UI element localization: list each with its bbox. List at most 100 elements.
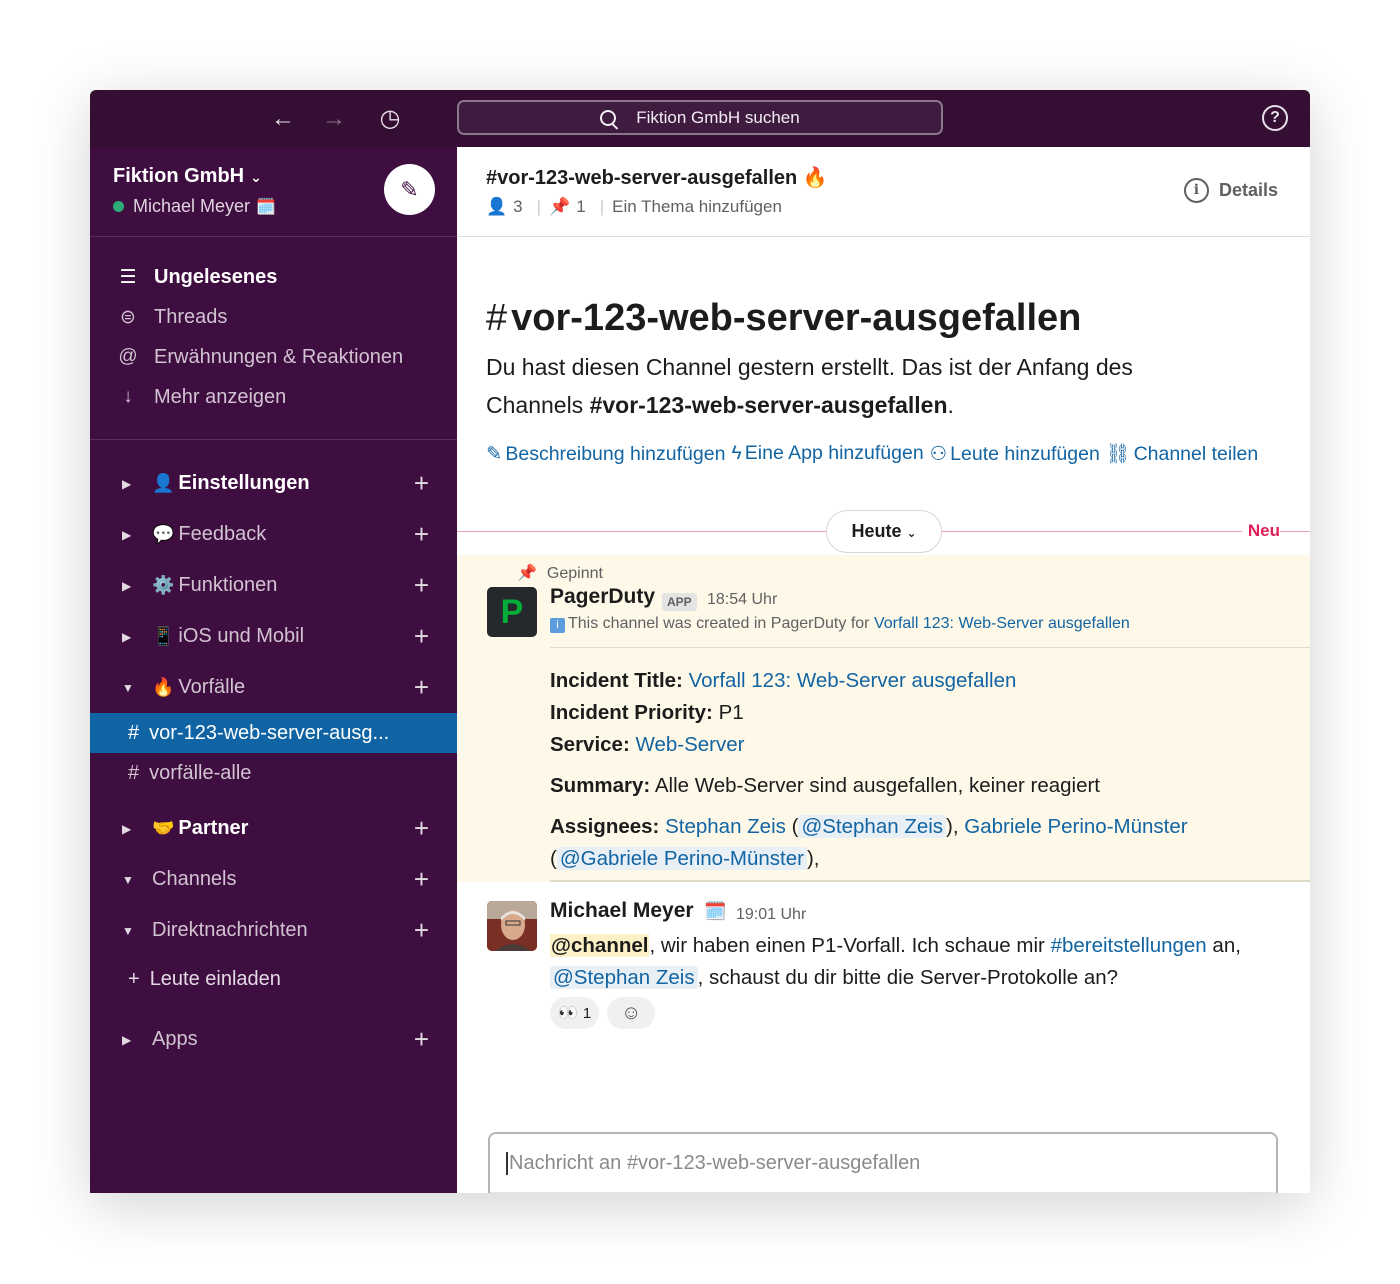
calendar-status-icon: 🗓️ <box>704 901 727 921</box>
sidebar-item-show-more[interactable]: ↓ Mehr anzeigen <box>90 377 457 417</box>
workspace-header: Fiktion GmbH ⌄ Michael Meyer 🗓️ ✎ <box>90 147 457 237</box>
sidebar-item-label: Erwähnungen & Reaktionen <box>154 345 404 368</box>
sidebar-item-threads[interactable]: ⊜ Threads <box>90 297 457 337</box>
add-icon[interactable]: + <box>414 519 429 550</box>
message-author[interactable]: PagerDuty <box>550 585 655 609</box>
workspace-menu[interactable]: Fiktion GmbH ⌄ <box>113 165 262 188</box>
sidebar-item-label: Ungelesenes <box>154 265 278 288</box>
section-vorfaelle[interactable]: ▼ 🔥 Vorfälle + <box>90 662 457 713</box>
assignee-link[interactable]: Stephan Zeis <box>665 815 786 838</box>
section-emoji: 🤝 <box>152 818 175 838</box>
add-icon[interactable]: + <box>414 915 429 946</box>
pagerduty-avatar[interactable]: P <box>487 587 537 637</box>
field-label: Service: <box>550 733 630 756</box>
message-body: @channel, wir haben einen P1-Vorfall. Ic… <box>550 930 1280 994</box>
field-label: Incident Priority: <box>550 701 713 724</box>
divider <box>550 880 1310 882</box>
message-timestamp[interactable]: 18:54 Uhr <box>707 591 777 609</box>
section-funktionen[interactable]: ▶ ⚙️ Funktionen + <box>90 560 457 611</box>
section-emoji: 📱 <box>152 626 175 646</box>
message-composer[interactable]: Nachricht an #vor-123-web-server-ausgefa… <box>488 1132 1278 1193</box>
section-emoji: 👤 <box>152 473 175 493</box>
pin-count[interactable]: 1 <box>576 197 585 217</box>
sidebar-item-unread[interactable]: ☰ Ungelesenes <box>90 257 457 297</box>
message-input[interactable]: Nachricht an #vor-123-web-server-ausgefa… <box>506 1152 920 1175</box>
add-people-link[interactable]: ⚇ Leute hinzufügen <box>930 442 1100 466</box>
details-button[interactable]: i Details <box>1183 178 1278 203</box>
member-count[interactable]: 3 <box>513 197 522 217</box>
add-icon[interactable]: + <box>414 864 429 895</box>
section-einstellungen[interactable]: ▶ 👤 Einstellungen + <box>90 458 457 509</box>
add-icon[interactable]: + <box>414 813 429 844</box>
incident-link[interactable]: Vorfall 123: Web-Server ausgefallen <box>874 615 1130 632</box>
section-label: Partner <box>178 817 249 839</box>
channel-link[interactable]: #bereitstellungen <box>1051 934 1207 957</box>
unread-list-icon: ☰ <box>119 266 137 288</box>
channel-vorfaelle-alle[interactable]: # vorfälle-alle <box>90 753 457 793</box>
service-link[interactable]: Web-Server <box>635 733 744 756</box>
user-mention[interactable]: @Gabriele Perino-Münster <box>556 847 807 870</box>
help-icon[interactable]: ? <box>1262 105 1288 131</box>
at-sign-icon: @ <box>118 346 138 367</box>
invite-people-button[interactable]: + Leute einladen <box>90 956 457 1002</box>
channel-vor-123-web-server-ausgefallen[interactable]: # vor-123-web-server-ausg... <box>90 713 457 753</box>
intro-title-text: vor-123-web-server-ausgefallen <box>511 297 1082 339</box>
compose-button[interactable]: ✎ <box>384 164 435 215</box>
sidebar-item-mentions[interactable]: @ Erwähnungen & Reaktionen <box>90 337 457 377</box>
pinned-message[interactable]: 📌 Gepinnt P PagerDuty APP 18:54 Uhr i This… <box>457 555 1310 882</box>
invite-label: Leute einladen <box>149 967 281 990</box>
app-badge: APP <box>662 593 697 611</box>
assignee-link[interactable]: Gabriele Perino-Münster <box>964 815 1187 838</box>
section-ios[interactable]: ▶ 📱 iOS und Mobil + <box>90 611 457 662</box>
date-jump-button[interactable]: Heute ⌄ <box>826 510 942 553</box>
message-text: , schaust du dir bitte die Server-Protok… <box>697 966 1119 989</box>
members-icon[interactable]: 👤 <box>486 197 507 217</box>
add-topic-link[interactable]: Ein Thema hinzufügen <box>612 197 782 217</box>
incident-title-link[interactable]: Vorfall 123: Web-Server ausgefallen <box>689 669 1017 692</box>
add-reaction-icon[interactable]: ☺ <box>607 997 656 1029</box>
user-mention[interactable]: @Stephan Zeis <box>798 815 947 838</box>
channel-label: vorfälle-alle <box>149 761 252 784</box>
add-app-link[interactable]: ϟ Eine App hinzufügen <box>731 442 923 466</box>
avatar[interactable] <box>487 901 537 951</box>
search-placeholder: Fiktion GmbH suchen <box>636 107 800 127</box>
section-label: Apps <box>152 1028 198 1050</box>
back-arrow-icon[interactable]: ← <box>268 104 298 134</box>
add-icon[interactable]: + <box>414 1024 429 1055</box>
message-timestamp[interactable]: 19:01 Uhr <box>736 906 806 924</box>
channel-title[interactable]: #vor-123-web-server-ausgefallen 🔥 <box>486 165 828 190</box>
reaction-eyes[interactable]: 👀 1 <box>550 997 600 1029</box>
share-channel-link[interactable]: ⛓ Channel teilen <box>1106 442 1258 466</box>
current-user[interactable]: Michael Meyer 🗓️ <box>113 196 276 217</box>
channel-meta: 👤 3 | 📌 1 | Ein Thema hinzufügen <box>486 197 782 217</box>
add-icon[interactable]: + <box>414 468 429 499</box>
pin-icon[interactable]: 📌 <box>549 197 570 217</box>
section-direct-messages[interactable]: ▼ Direktnachrichten + <box>90 905 457 956</box>
user-mention[interactable]: @Stephan Zeis <box>550 966 698 989</box>
top-bar: ← → ◷ Fiktion GmbH suchen ? <box>90 90 1310 147</box>
history-clock-icon[interactable]: ◷ <box>375 104 405 134</box>
add-icon[interactable]: + <box>414 672 429 703</box>
add-description-link[interactable]: ✎ Beschreibung hinzufügen <box>486 442 725 466</box>
sidebar-nav: ☰ Ungelesenes ⊜ Threads @ Erwähnungen & … <box>90 237 457 440</box>
search-bar[interactable]: Fiktion GmbH suchen <box>457 100 943 135</box>
message-author[interactable]: Michael Meyer <box>550 899 694 923</box>
add-icon[interactable]: + <box>414 570 429 601</box>
chevron-down-icon: ⌄ <box>250 169 262 185</box>
section-partner[interactable]: ▶ 🤝 Partner + <box>90 803 457 854</box>
forward-arrow-icon[interactable]: → <box>319 104 349 134</box>
channel-mention[interactable]: @channel <box>550 934 650 957</box>
add-icon[interactable]: + <box>414 621 429 652</box>
plus-icon: + <box>128 967 140 990</box>
field-label: Summary: <box>550 774 651 797</box>
section-label: iOS und Mobil <box>178 625 305 647</box>
section-label: Feedback <box>178 523 267 545</box>
section-apps[interactable]: ▶ Apps + <box>90 1014 457 1065</box>
section-label: Direktnachrichten <box>152 919 308 941</box>
current-user-name: Michael Meyer <box>133 196 251 216</box>
presence-dot <box>113 201 124 212</box>
section-feedback[interactable]: ▶ 💬 Feedback + <box>90 509 457 560</box>
compose-icon: ✎ <box>400 177 419 202</box>
section-channels[interactable]: ▼ Channels + <box>90 854 457 905</box>
intro-line-2: Channels <box>486 392 590 418</box>
